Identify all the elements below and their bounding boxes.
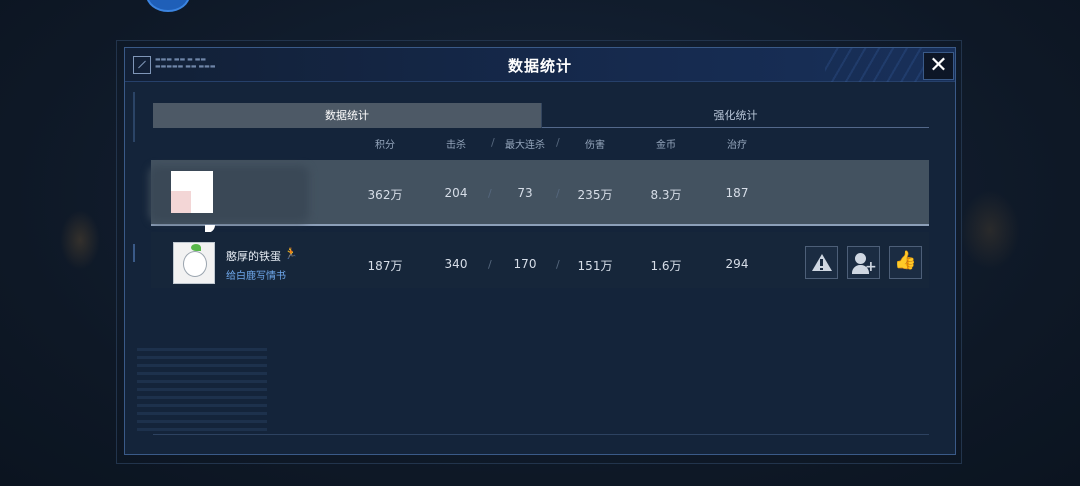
left-rail-decoration	[133, 92, 135, 142]
plus-icon: +	[865, 259, 877, 275]
add-friend-button[interactable]: +	[847, 246, 880, 279]
report-button[interactable]	[805, 246, 838, 279]
avatar[interactable]	[171, 171, 213, 213]
warning-icon-dot	[820, 268, 823, 270]
separator: /	[556, 136, 560, 149]
avatar[interactable]	[173, 242, 215, 284]
dialog-header: ▬▬▬ ▬▬ ▬ ▬▬ ▬▬▬▬▬ ▬▬ ▬▬▬ 数据统计 ✕	[125, 48, 955, 82]
dialog-title: 数据统计	[507, 57, 572, 75]
thumbs-up-icon: 👍	[894, 250, 917, 271]
column-header-heal: 治疗	[727, 140, 747, 151]
column-header-kills: 击杀	[446, 140, 466, 151]
runner-icon: 🏃	[284, 247, 298, 260]
tab-data-stats[interactable]: 数据统计	[153, 103, 541, 128]
cell-score: 187万	[367, 259, 403, 273]
leaf-icon	[191, 244, 201, 251]
cell-heal: 187	[725, 186, 749, 200]
close-button[interactable]: ✕	[923, 52, 954, 80]
cell-gold: 8.3万	[650, 188, 682, 202]
cell-damage: 235万	[577, 188, 613, 202]
cell-max-streak: 170	[513, 257, 537, 271]
column-header-max-streak: 最大连杀	[505, 140, 545, 151]
column-header-gold: 金币	[656, 140, 676, 151]
cell-max-streak: 73	[517, 186, 533, 200]
cell-kills: 204	[444, 186, 468, 200]
background-glow	[960, 190, 1020, 270]
player-name: 憨厚的铁蛋	[226, 250, 281, 263]
divider	[153, 434, 929, 435]
tab-enhance-stats[interactable]: 强化统计	[541, 103, 929, 128]
like-button[interactable]: 👍	[889, 246, 922, 279]
left-rail-decoration	[133, 244, 137, 262]
avatar-image	[183, 251, 207, 277]
column-headers: 积分 击杀 / 最大连杀 / 伤害 金币 治疗	[125, 136, 955, 151]
player-subtitle: 给白鹿写情书	[226, 271, 286, 282]
cell-gold: 1.6万	[650, 259, 682, 273]
cell-score: 362万	[367, 188, 403, 202]
stats-dialog: ▬▬▬ ▬▬ ▬ ▬▬ ▬▬▬▬▬ ▬▬ ▬▬▬ 数据统计 ✕ 数据统计 强化统计…	[124, 47, 956, 455]
cell-kills: 340	[444, 257, 468, 271]
column-header-damage: 伤害	[585, 140, 605, 151]
warning-icon-mark	[820, 259, 823, 266]
cell-damage: 151万	[577, 259, 613, 273]
stats-tabs: 数据统计 强化统计	[153, 103, 929, 128]
avatar-image	[171, 191, 191, 213]
cell-heal: 294	[725, 257, 749, 271]
faint-log-decoration	[137, 348, 267, 432]
background-glow	[60, 210, 100, 270]
column-header-score: 积分	[375, 140, 395, 151]
